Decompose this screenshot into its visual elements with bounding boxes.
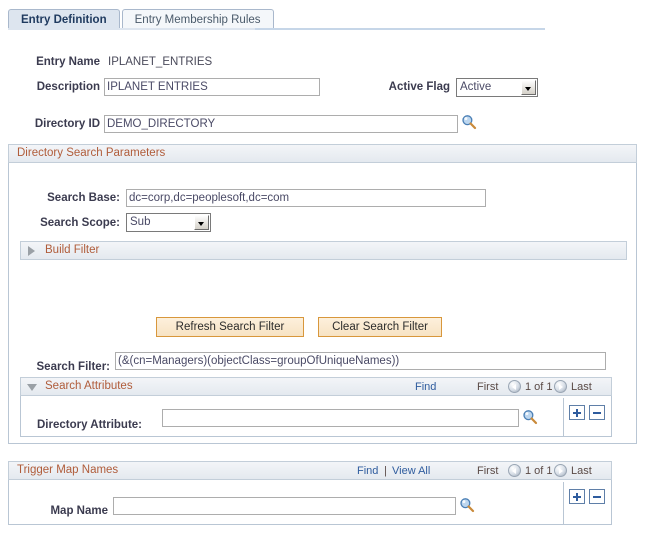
trigger-map-prev-arrow[interactable] [508, 464, 521, 477]
search-attributes-add-row-button[interactable] [569, 405, 585, 420]
search-base-label: Search Base: [47, 192, 120, 204]
directory-search-parameters-header: Directory Search Parameters [8, 144, 637, 163]
refresh-search-filter-button[interactable]: Refresh Search Filter [156, 317, 304, 337]
trigger-map-next-arrow[interactable] [554, 464, 567, 477]
trigger-map-view-all-link[interactable]: View All [392, 465, 430, 477]
chevron-right-icon[interactable] [28, 246, 35, 256]
search-attributes-find-link[interactable]: Find [415, 381, 436, 393]
search-attributes-prev-arrow[interactable] [508, 380, 521, 393]
trigger-map-counter: 1 of 1 [525, 465, 553, 477]
chevron-down-icon[interactable] [194, 215, 209, 230]
search-base-input[interactable] [126, 189, 486, 207]
search-filter-label: Search Filter: [36, 361, 111, 373]
tab-entry-membership-rules[interactable]: Entry Membership Rules [121, 9, 274, 30]
chevron-down-icon[interactable] [521, 80, 536, 95]
entry-definition-page: Entry Definition Entry Membership Rules … [0, 0, 650, 534]
active-flag-select[interactable]: Active [456, 78, 538, 97]
search-attributes-delete-row-button[interactable] [589, 405, 605, 420]
tab-underline-left [8, 28, 255, 30]
clear-search-filter-button[interactable]: Clear Search Filter [318, 317, 442, 337]
trigger-map-delete-row-button[interactable] [589, 489, 605, 504]
search-attributes-first-label[interactable]: First [477, 381, 498, 393]
chevron-down-icon[interactable] [27, 384, 37, 391]
entry-name-label: Entry Name [36, 56, 100, 68]
tab-strip: Entry Definition Entry Membership Rules [8, 6, 274, 30]
search-attributes-counter: 1 of 1 [525, 381, 553, 393]
active-flag-value: Active [460, 81, 492, 93]
tab-entry-definition[interactable]: Entry Definition [8, 9, 120, 30]
directory-attribute-lookup-icon[interactable] [522, 409, 538, 425]
map-name-lookup-icon[interactable] [459, 497, 475, 513]
tab-entry-membership-rules-label: Entry Membership Rules [134, 14, 261, 26]
trigger-map-nav-separator: | [384, 465, 387, 477]
trigger-map-names-header: Trigger Map Names [8, 461, 612, 480]
trigger-map-row-divider [563, 482, 564, 525]
search-scope-value: Sub [130, 216, 151, 228]
trigger-map-names-title: Trigger Map Names [17, 464, 119, 476]
directory-search-parameters-title: Directory Search Parameters [17, 147, 166, 159]
tab-entry-definition-label: Entry Definition [21, 14, 107, 26]
trigger-map-add-row-button[interactable] [569, 489, 585, 504]
search-attributes-last-label[interactable]: Last [571, 381, 592, 393]
search-filter-input[interactable] [115, 352, 606, 370]
search-attributes-next-arrow[interactable] [554, 380, 567, 393]
build-filter-header[interactable]: Build Filter [20, 241, 627, 260]
directory-id-label: Directory ID [34, 118, 100, 130]
map-name-input[interactable] [113, 497, 456, 515]
search-scope-label: Search Scope: [40, 217, 120, 229]
directory-id-lookup-icon[interactable] [461, 114, 477, 130]
build-filter-title: Build Filter [45, 244, 100, 256]
description-label: Description [36, 81, 100, 93]
entry-name-value: IPLANET_ENTRIES [108, 56, 213, 68]
directory-id-input[interactable] [104, 115, 458, 133]
description-input[interactable] [104, 78, 320, 96]
tab-underline [255, 28, 545, 30]
search-attributes-header[interactable]: Search Attributes [20, 377, 612, 396]
trigger-map-find-link[interactable]: Find [357, 465, 378, 477]
search-attributes-row-divider [563, 398, 564, 437]
map-name-label: Map Name [50, 505, 108, 517]
trigger-map-first-label[interactable]: First [477, 465, 498, 477]
active-flag-label: Active Flag [388, 81, 450, 93]
directory-attribute-input[interactable] [162, 409, 519, 427]
search-scope-select[interactable]: Sub [126, 213, 211, 232]
trigger-map-last-label[interactable]: Last [571, 465, 592, 477]
directory-attribute-label: Directory Attribute: [37, 419, 142, 431]
search-attributes-title: Search Attributes [45, 380, 133, 392]
